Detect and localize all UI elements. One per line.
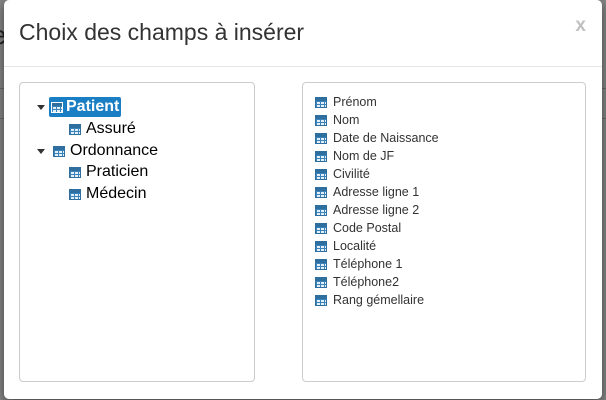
close-button[interactable]: x — [575, 16, 586, 35]
tree-node-ordonnance[interactable]: Ordonnance — [37, 142, 160, 160]
field-label: Nom de JF — [333, 149, 395, 163]
caret-down-icon[interactable] — [37, 104, 45, 110]
table-icon — [315, 132, 327, 144]
field-label: Prénom — [333, 95, 377, 109]
field-label: Code Postal — [333, 221, 402, 235]
table-icon — [69, 188, 81, 200]
field-item-localite[interactable]: Localité — [315, 237, 376, 255]
field-label: Adresse ligne 2 — [333, 203, 420, 217]
table-icon — [315, 222, 327, 234]
field-item-nom-jf[interactable]: Nom de JF — [315, 147, 394, 165]
modal-title: Choix des champs à insérer — [19, 19, 305, 45]
field-label: Nom — [333, 113, 360, 127]
field-list-panel: Prénom Nom Date de Naissance Nom de JF C… — [302, 82, 586, 382]
field-item-code-postal[interactable]: Code Postal — [315, 219, 401, 237]
tree-node-assure[interactable]: Assuré — [69, 120, 138, 138]
tree-node-praticien[interactable]: Praticien — [69, 163, 150, 181]
field-label: Adresse ligne 1 — [333, 185, 420, 199]
table-icon — [53, 145, 65, 157]
field-item-rang-gemellaire[interactable]: Rang gémellaire — [315, 291, 424, 309]
entity-tree-panel: Patient Assuré Ordonnance Praticien Méde… — [19, 82, 255, 382]
field-item-adresse-2[interactable]: Adresse ligne 2 — [315, 201, 419, 219]
field-label: Civilité — [333, 167, 370, 181]
tree-node-patient[interactable]: Patient — [37, 97, 122, 117]
tree-node-label[interactable]: Médecin — [84, 184, 148, 204]
tree-node-label[interactable]: Patient — [49, 97, 122, 117]
table-icon — [315, 168, 327, 180]
table-icon — [315, 150, 327, 162]
table-icon — [315, 276, 327, 288]
field-label: Date de Naissance — [333, 131, 439, 145]
tree-node-label[interactable]: Ordonnance — [68, 141, 160, 161]
field-item-telephone-1[interactable]: Téléphone 1 — [315, 255, 403, 273]
field-label: Téléphone2 — [333, 275, 400, 289]
field-label: Téléphone 1 — [333, 257, 403, 271]
field-item-prenom[interactable]: Prénom — [315, 93, 377, 111]
table-icon — [315, 204, 327, 216]
table-icon — [69, 123, 81, 135]
table-icon — [315, 114, 327, 126]
caret-down-icon[interactable] — [37, 148, 45, 154]
field-item-nom[interactable]: Nom — [315, 111, 359, 129]
field-item-date-naissance[interactable]: Date de Naissance — [315, 129, 439, 147]
field-chooser-modal: Choix des champs à insérer x Patient Ass… — [4, 0, 602, 399]
tree-node-medecin[interactable]: Médecin — [69, 185, 148, 203]
field-label: Rang gémellaire — [333, 293, 425, 307]
field-item-adresse-1[interactable]: Adresse ligne 1 — [315, 183, 419, 201]
field-item-telephone-2[interactable]: Téléphone2 — [315, 273, 399, 291]
modal-header: Choix des champs à insérer x — [4, 0, 602, 67]
table-icon — [315, 186, 327, 198]
tree-node-label[interactable]: Praticien — [84, 162, 150, 182]
field-label: Localité — [333, 239, 377, 253]
table-icon — [315, 258, 327, 270]
table-icon — [51, 101, 63, 113]
field-item-civilite[interactable]: Civilité — [315, 165, 370, 183]
table-icon — [69, 166, 81, 178]
table-icon — [315, 240, 327, 252]
table-icon — [315, 96, 327, 108]
tree-node-label[interactable]: Assuré — [84, 119, 138, 139]
table-icon — [315, 294, 327, 306]
